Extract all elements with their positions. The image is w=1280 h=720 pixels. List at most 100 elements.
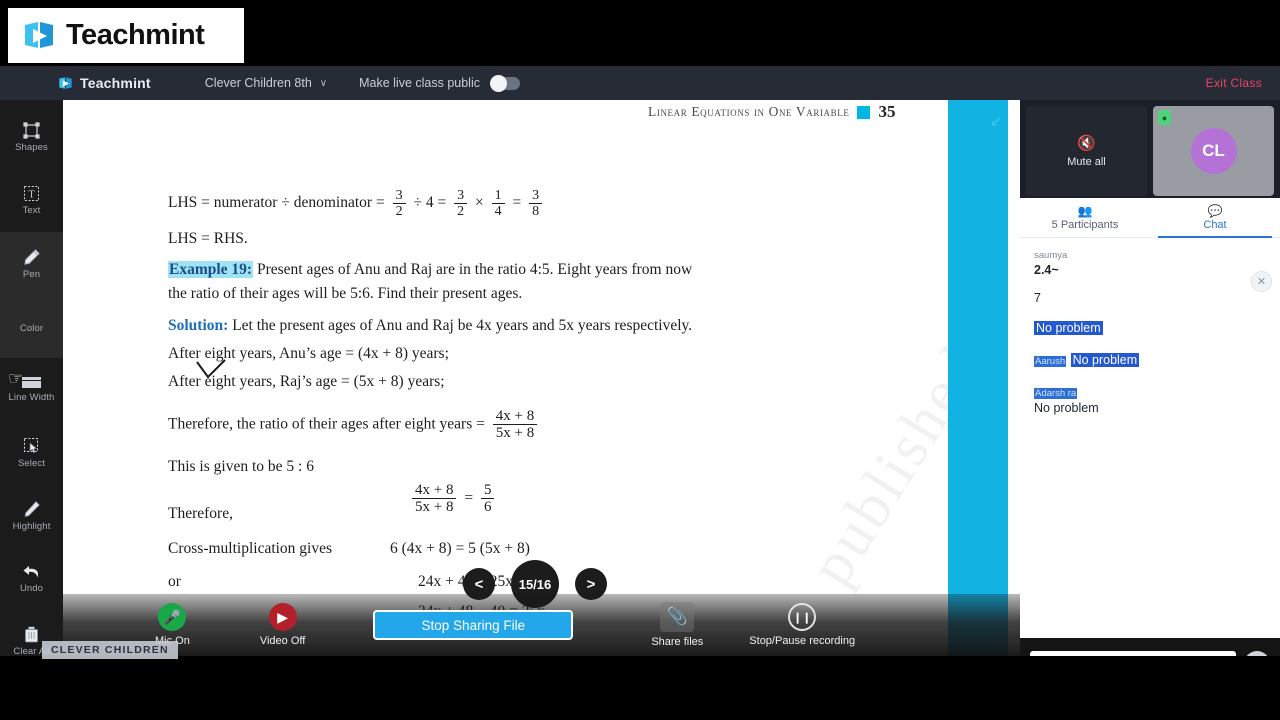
paperclip-icon: 📎 <box>660 602 695 632</box>
multiply-sign: × <box>474 194 484 212</box>
solution-text: Let the present ages of Anu and Raj be 4… <box>232 317 693 334</box>
fraction-numerator: 4x + 8 <box>495 408 535 424</box>
topbar-brand[interactable]: Teachmint <box>58 75 151 91</box>
fraction-numerator: 5 <box>483 482 492 498</box>
document-running-head: Linear Equations in One Variable 35 <box>648 102 895 122</box>
fraction-numerator: 1 <box>494 188 502 203</box>
tool-label: Color <box>19 322 44 334</box>
chat-sender: Adarsh ra <box>1034 388 1078 399</box>
video-off-icon: ▶ <box>268 603 297 631</box>
equals-sign: = <box>464 489 474 507</box>
tab-chat[interactable]: 💬 Chat <box>1150 198 1280 238</box>
trash-icon <box>24 626 39 643</box>
tool-text[interactable]: T Text <box>0 169 63 232</box>
teachmint-small-logo-icon <box>58 76 73 91</box>
chat-sender: Aarush <box>1034 356 1067 367</box>
select-icon <box>23 437 41 455</box>
fraction-denominator: 6 <box>480 498 495 515</box>
fraction-denominator: 4 <box>491 203 505 219</box>
doc-line-ratio: Therefore, the ratio of their ages after… <box>168 408 541 441</box>
lhs-label: LHS = numerator ÷ denominator = <box>168 194 385 212</box>
example-text-line1: Present ages of Anu and Raj are in the r… <box>256 261 693 278</box>
teachmint-logo-icon <box>22 19 56 53</box>
pen-icon <box>23 248 41 266</box>
video-tiles: 🔇 Mute all ● CL <box>1020 100 1280 202</box>
teachmint-live-class-screen: Teachmint Teachmint Clever Children 8th … <box>0 0 1280 720</box>
recording-button[interactable]: ❙❙ Stop/Pause recording 48:48 <box>749 603 855 647</box>
chat-message: saumya 2.4~ <box>1034 250 1266 277</box>
fraction-numerator: 3 <box>532 188 540 203</box>
tool-highlight[interactable]: Highlight <box>0 484 63 547</box>
highlight-icon <box>23 500 41 518</box>
chat-sender: saumya <box>1034 250 1068 261</box>
tool-select[interactable]: Select <box>0 421 63 484</box>
share-files-button[interactable]: 📎 Share files <box>651 602 703 648</box>
participant-tile[interactable]: ● CL <box>1153 106 1274 196</box>
fraction-denominator: 2 <box>454 203 468 219</box>
text-icon: T <box>23 185 40 202</box>
doc-line-lhs-rhs: LHS = RHS. <box>168 230 248 247</box>
doc-line-after-anu: After eight years, Anu’s age = (4x + 8) … <box>168 345 449 362</box>
tool-label: Line Width <box>8 391 55 403</box>
doc-equation-ratio: 4x + 8 5x + 8 = 56 <box>408 482 498 515</box>
solution-label: Solution: <box>168 317 229 334</box>
class-selector[interactable]: Clever Children 8th ∨ <box>205 76 327 90</box>
chat-message: Aarush No problem <box>1034 351 1266 369</box>
teachmint-logo-overlay: Teachmint <box>8 8 244 63</box>
page-marker-icon <box>857 105 871 119</box>
chat-message: 7 <box>1034 291 1266 305</box>
make-public-toggle[interactable] <box>490 74 520 92</box>
doc-line-solution: Solution: Let the present ages of Anu an… <box>168 317 692 335</box>
tool-label: Text <box>22 205 41 216</box>
mute-all-tile[interactable]: 🔇 Mute all <box>1026 106 1147 196</box>
collapse-resize-icon[interactable]: ↙ <box>983 108 1009 134</box>
chat-message-list: saumya 2.4~ 7 No problem Aarush No probl… <box>1020 238 1280 415</box>
right-panel: 🔇 Mute all ● CL 👥 5 Participants 💬 Chat … <box>1020 100 1280 690</box>
tool-color[interactable]: Color <box>0 295 63 358</box>
fraction-denominator: 5x + 8 <box>412 498 457 515</box>
exit-class-button[interactable]: Exit Class <box>1206 76 1262 90</box>
participants-icon: 👥 <box>1077 204 1093 218</box>
mic-on-icon: ● <box>1158 110 1171 125</box>
tool-label: Pen <box>22 268 41 280</box>
chat-text: 7 <box>1034 291 1041 305</box>
cyan-highlight-bar <box>948 100 1008 656</box>
mute-all-icon: 🔇 <box>1077 135 1096 152</box>
tool-pen[interactable]: Pen <box>0 232 63 295</box>
doc-line-cross-label: Cross-multiplication gives <box>168 540 333 557</box>
tool-label: Select <box>17 457 45 469</box>
topbar-brand-label: Teachmint <box>80 75 151 91</box>
fraction-denominator: 5x + 8 <box>492 424 538 441</box>
doc-line-example-2: the ratio of their ages will be 5:6. Fin… <box>168 285 523 302</box>
stop-sharing-file-button[interactable]: Stop Sharing File <box>373 610 574 640</box>
doc-line-example: Example 19: Present ages of Anu and Raj … <box>168 261 692 279</box>
chat-panel: 👥 5 Participants 💬 Chat ✕ saumya 2.4~ 7 … <box>1020 198 1280 690</box>
fraction-numerator: 3 <box>395 188 403 203</box>
equals-sign: = <box>512 194 522 212</box>
chat-text: 2.4~ <box>1034 263 1059 277</box>
tab-participants[interactable]: 👥 5 Participants <box>1020 198 1150 237</box>
tool-shapes[interactable]: Shapes <box>0 106 63 169</box>
top-navigation-bar: Teachmint Clever Children 8th ∨ Make liv… <box>0 66 1280 100</box>
line-width-icon <box>22 376 41 389</box>
chat-icon: 💬 <box>1207 204 1223 218</box>
tool-undo[interactable]: Undo <box>0 547 63 610</box>
teachmint-wordmark: Teachmint <box>66 19 205 51</box>
doc-line-cross-eq: 6 (4x + 8) = 5 (5x + 8) <box>390 540 530 557</box>
video-button[interactable]: ▶ Video Off <box>260 603 305 647</box>
close-icon[interactable]: ✕ <box>1251 271 1272 292</box>
ratio-label: Therefore, the ratio of their ages after… <box>168 415 485 433</box>
tool-label: Highlight <box>12 520 51 532</box>
divide-term: ÷ 4 <box>413 194 434 212</box>
tool-line-width[interactable]: Line Width <box>0 358 63 421</box>
doc-line-or-1: or <box>168 573 181 590</box>
tool-label: Undo <box>19 582 44 594</box>
page-number: 35 <box>878 102 896 121</box>
make-public-label: Make live class public <box>359 76 480 90</box>
equals-sign: = <box>437 194 447 212</box>
chat-message: No problem <box>1034 319 1266 337</box>
shared-whiteboard[interactable]: Linear Equations in One Variable 35 publ… <box>63 100 1020 656</box>
tab-label: 5 Participants <box>1051 219 1119 231</box>
fraction-numerator: 4x + 8 <box>415 482 454 498</box>
doc-line-after-raj: After eight years, Raj’s age = (5x + 8) … <box>168 373 445 390</box>
